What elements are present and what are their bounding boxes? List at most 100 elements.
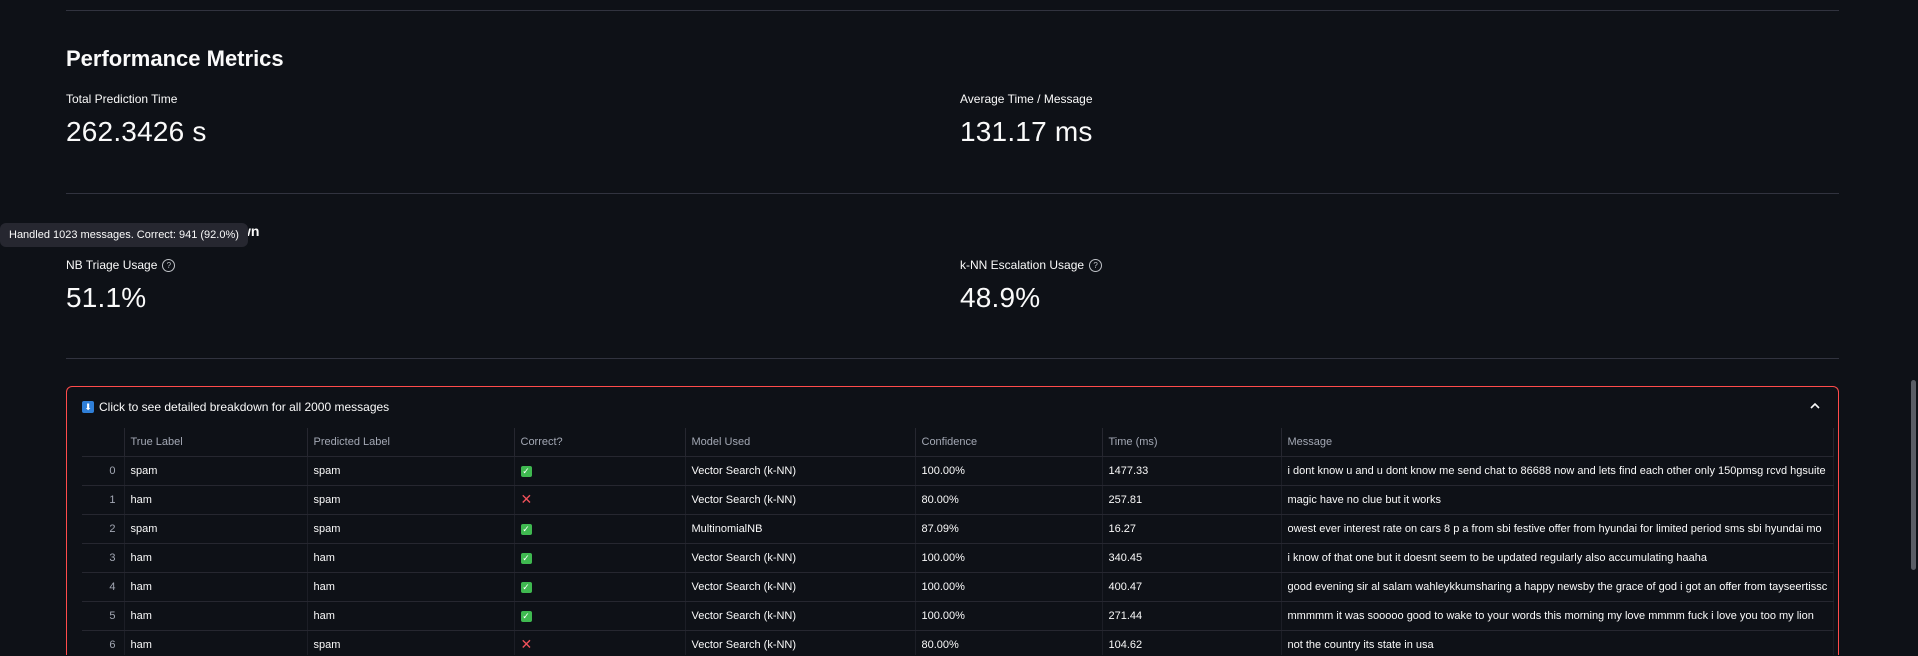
cell-true-label[interactable]: ham	[124, 485, 308, 515]
cell-time[interactable]: 271.44	[1102, 601, 1282, 631]
cell-confidence[interactable]: 100.00%	[915, 543, 1103, 573]
cell-correct[interactable]: ✓	[514, 514, 686, 544]
cell-predicted-label[interactable]: ham	[307, 572, 515, 602]
column-header[interactable]	[82, 428, 125, 457]
column-header[interactable]: Predicted Label	[307, 428, 515, 457]
page-scrollbar[interactable]	[1911, 380, 1916, 570]
help-tooltip: Handled 1023 messages. Correct: 941 (92.…	[0, 223, 248, 247]
cell-model-used[interactable]: Vector Search (k-NN)	[685, 456, 916, 486]
row-index[interactable]: 1	[82, 485, 125, 515]
cell-confidence[interactable]: 100.00%	[915, 456, 1103, 486]
table-row[interactable]: 2 spam spam ✓ MultinomialNB 87.09% 16.27 owest …	[82, 514, 1835, 544]
row-index[interactable]: 2	[82, 514, 125, 544]
cell-correct[interactable]: ✓	[514, 543, 686, 573]
metric-label-row: k-NN Escalation Usage ?	[960, 258, 1103, 272]
table-row[interactable]: 5 ham ham ✓ Vector Search (k-NN) 100.00% 271.4…	[82, 601, 1835, 631]
cell-correct[interactable]: ✕	[514, 630, 686, 655]
cell-true-label[interactable]: spam	[124, 456, 308, 486]
cell-time[interactable]: 257.81	[1102, 485, 1282, 515]
column-header[interactable]: Message	[1281, 428, 1835, 457]
check-mark-icon: ✓	[520, 466, 532, 477]
metric-value: 262.3426 s	[66, 116, 207, 147]
cell-confidence[interactable]: 100.00%	[915, 601, 1103, 631]
cell-message[interactable]: owest ever interest rate on cars 8 p a f…	[1281, 514, 1835, 544]
metric-label: Average Time / Message	[960, 92, 1093, 106]
cell-correct[interactable]: ✓	[514, 572, 686, 602]
cell-predicted-label[interactable]: ham	[307, 601, 515, 631]
column-header[interactable]: Correct?	[514, 428, 686, 457]
metric-value: 131.17 ms	[960, 116, 1093, 147]
cross-mark-icon: ✕	[520, 490, 533, 507]
cell-model-used[interactable]: MultinomialNB	[685, 514, 916, 544]
table-row[interactable]: 6 ham spam ✕ Vector Search (k-NN) 80.00% 104.6…	[82, 630, 1835, 655]
divider	[66, 193, 1839, 194]
cell-predicted-label[interactable]: spam	[307, 485, 515, 515]
cell-message[interactable]: i dont know u and u dont know me send ch…	[1281, 456, 1835, 486]
column-header[interactable]: Time (ms)	[1102, 428, 1282, 457]
expander-header[interactable]: ⬇ Click to see detailed breakdown for al…	[67, 387, 1838, 427]
divider	[66, 358, 1839, 359]
column-header[interactable]: Confidence	[915, 428, 1103, 457]
cell-model-used[interactable]: Vector Search (k-NN)	[685, 485, 916, 515]
metric-avg-time: Average Time / Message 131.17 ms	[960, 92, 1093, 148]
cell-true-label[interactable]: ham	[124, 543, 308, 573]
row-index[interactable]: 4	[82, 572, 125, 602]
cell-message[interactable]: good evening sir al salam wahleykkumshar…	[1281, 572, 1835, 602]
cell-time[interactable]: 104.62	[1102, 630, 1282, 655]
cell-confidence[interactable]: 80.00%	[915, 485, 1103, 515]
chevron-up-icon[interactable]	[1808, 399, 1822, 413]
check-mark-icon: ✓	[520, 553, 532, 564]
metric-nb-usage: NB Triage Usage ? 51.1%	[66, 258, 176, 314]
check-mark-icon: ✓	[520, 611, 532, 622]
table-row[interactable]: 4 ham ham ✓ Vector Search (k-NN) 100.00% 400.4…	[82, 572, 1835, 602]
cell-message[interactable]: mmmmm it was sooooo good to wake to your…	[1281, 601, 1835, 631]
question-circle-icon[interactable]: ?	[162, 258, 176, 272]
column-header[interactable]: True Label	[124, 428, 308, 457]
row-index[interactable]: 3	[82, 543, 125, 573]
cell-predicted-label[interactable]: ham	[307, 543, 515, 573]
metric-total-time: Total Prediction Time 262.3426 s	[66, 92, 207, 148]
question-circle-icon[interactable]: ?	[1089, 258, 1103, 272]
cell-time[interactable]: 400.47	[1102, 572, 1282, 602]
row-index[interactable]: 6	[82, 630, 125, 655]
metric-value: 51.1%	[66, 282, 147, 313]
row-index[interactable]: 0	[82, 456, 125, 486]
cell-correct[interactable]: ✓	[514, 601, 686, 631]
section-title: Performance Metrics	[66, 46, 284, 71]
cell-correct[interactable]: ✓	[514, 456, 686, 486]
cell-model-used[interactable]: Vector Search (k-NN)	[685, 601, 916, 631]
cell-time[interactable]: 16.27	[1102, 514, 1282, 544]
column-header[interactable]: Model Used	[685, 428, 916, 457]
table-row[interactable]: 0 spam spam ✓ Vector Search (k-NN) 100.00% 147…	[82, 456, 1835, 486]
check-mark-icon: ✓	[520, 524, 532, 535]
cell-predicted-label[interactable]: spam	[307, 456, 515, 486]
cell-true-label[interactable]: ham	[124, 572, 308, 602]
cell-model-used[interactable]: Vector Search (k-NN)	[685, 572, 916, 602]
cell-model-used[interactable]: Vector Search (k-NN)	[685, 630, 916, 655]
cell-confidence[interactable]: 100.00%	[915, 572, 1103, 602]
cell-true-label[interactable]: spam	[124, 514, 308, 544]
cell-true-label[interactable]: ham	[124, 601, 308, 631]
cell-predicted-label[interactable]: spam	[307, 514, 515, 544]
cell-confidence[interactable]: 80.00%	[915, 630, 1103, 655]
cell-time[interactable]: 340.45	[1102, 543, 1282, 573]
cell-predicted-label[interactable]: spam	[307, 630, 515, 655]
app-page: Performance Metrics Total Prediction Tim…	[0, 0, 1918, 656]
cross-mark-icon: ✕	[520, 635, 533, 652]
down-arrow-icon: ⬇	[82, 401, 94, 413]
divider	[66, 10, 1839, 11]
results-table: True Label Predicted Label Correct? Model U…	[82, 428, 1835, 655]
row-index[interactable]: 5	[82, 601, 125, 631]
metric-label: k-NN Escalation Usage	[960, 258, 1085, 272]
cell-message[interactable]: not the country its state in usa	[1281, 630, 1835, 655]
cell-model-used[interactable]: Vector Search (k-NN)	[685, 543, 916, 573]
cell-true-label[interactable]: ham	[124, 630, 308, 655]
cell-message[interactable]: magic have no clue but it works	[1281, 485, 1835, 515]
cell-confidence[interactable]: 87.09%	[915, 514, 1103, 544]
cell-message[interactable]: i know of that one but it doesnt seem to…	[1281, 543, 1835, 573]
cell-correct[interactable]: ✕	[514, 485, 686, 515]
metric-label-row: NB Triage Usage ?	[66, 258, 176, 272]
table-row[interactable]: 3 ham ham ✓ Vector Search (k-NN) 100.00% 340.4…	[82, 543, 1835, 573]
table-row[interactable]: 1 ham spam ✕ Vector Search (k-NN) 80.00% 257.8…	[82, 485, 1835, 515]
cell-time[interactable]: 1477.33	[1102, 456, 1282, 486]
